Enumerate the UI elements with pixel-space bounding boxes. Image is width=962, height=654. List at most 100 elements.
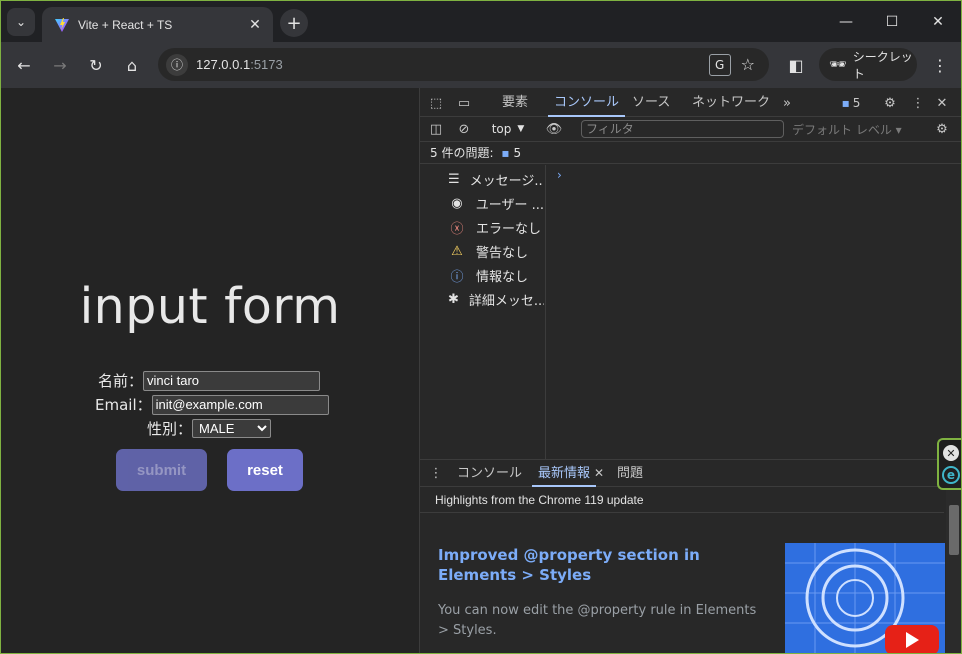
extension-widget: ✕ e — [937, 438, 961, 490]
reload-icon[interactable]: ↻ — [83, 52, 109, 78]
drawer-tab-console[interactable]: コンソール — [457, 460, 522, 487]
settings-gear-icon[interactable]: ⚙ — [881, 94, 899, 112]
device-toolbar-icon[interactable]: ▭ — [455, 94, 473, 112]
article-body: You can now edit the @property rule in E… — [438, 603, 757, 638]
back-icon[interactable]: ← — [11, 52, 37, 78]
issues-bar[interactable]: 5 件の問題: ▪ 5 — [420, 142, 961, 164]
submit-button[interactable]: submit — [116, 449, 207, 491]
sidebar-item-label: 警告なし — [476, 245, 529, 261]
drawer-tab-issues[interactable]: 問題 — [617, 460, 643, 487]
minimize-button[interactable]: — — [823, 1, 869, 42]
side-panel-icon[interactable]: ◧ — [783, 52, 809, 78]
more-tabs-icon[interactable]: » — [778, 94, 796, 112]
new-tab-button[interactable]: + — [280, 9, 308, 37]
console-prompt-chevron-icon[interactable]: › — [557, 168, 562, 182]
tab-title: Vite + React + TS — [78, 17, 173, 32]
sidebar-item-errors[interactable]: ⓧ エラーなし — [448, 215, 544, 239]
context-label: top — [491, 122, 512, 136]
tab-network[interactable]: ネットワーク — [692, 88, 770, 117]
live-expression-eye-icon[interactable]: 👁 — [545, 120, 563, 138]
thumbnail-graphic-icon — [785, 543, 945, 653]
sidebar-item-label: ユーザー ... — [475, 197, 544, 213]
sidebar-item-warnings[interactable]: ⚠ 警告なし — [448, 239, 544, 263]
list-icon: ☰ — [448, 171, 460, 187]
address-bar[interactable]: ⓘ 127.0.0.1:5173 G ☆ — [158, 48, 769, 81]
translate-icon[interactable]: G — [708, 53, 731, 76]
dropdown-arrow-icon: ▼ — [517, 124, 525, 134]
message-icon: ▪ — [841, 96, 850, 110]
menu-icon[interactable]: ⋮ — [927, 52, 953, 78]
incognito-icon: 🕶 — [829, 56, 847, 72]
log-levels-dropdown[interactable]: デフォルト レベル ▾ — [792, 121, 902, 138]
sidebar-item-label: メッセージ... — [469, 173, 544, 189]
sidebar-item-label: エラーなし — [476, 221, 542, 237]
name-row: 名前： — [98, 370, 321, 391]
context-selector[interactable]: top ▼ — [488, 120, 528, 138]
vite-logo-icon — [55, 17, 69, 32]
browser-tab[interactable]: Vite + React + TS ✕ — [42, 7, 273, 42]
browser-window: ⌄ Vite + React + TS ✕ + — ☐ ✕ ← → ↻ ⌂ ⓘ … — [0, 0, 962, 654]
warning-icon: ⚠ — [451, 243, 463, 259]
name-input[interactable] — [143, 370, 321, 391]
home-icon[interactable]: ⌂ — [119, 52, 145, 78]
inspect-element-icon[interactable]: ⬚ — [427, 94, 445, 112]
browser-toolbar: ← → ↻ ⌂ ⓘ 127.0.0.1:5173 G ☆ ◧ 🕶 シークレット … — [1, 42, 961, 88]
sidebar-item-info[interactable]: ⓘ 情報なし — [448, 263, 544, 287]
email-row: Email： — [95, 394, 329, 415]
tab-search-button[interactable]: ⌄ — [7, 8, 35, 36]
drawer-tab-close-icon[interactable]: ✕ — [594, 466, 604, 480]
incognito-label: シークレット — [852, 49, 913, 81]
gender-select[interactable]: MALE — [192, 419, 272, 438]
sidebar-item-user[interactable]: ◉ ユーザー ... — [448, 191, 544, 215]
sidebar-item-messages[interactable]: ☰ メッセージ... — [448, 167, 544, 191]
error-icon: ⓧ — [450, 221, 464, 237]
video-thumbnail[interactable] — [785, 543, 945, 653]
tab-console[interactable]: コンソール — [547, 88, 626, 117]
console-settings-gear-icon[interactable]: ⚙ — [933, 120, 951, 138]
drawer-tabbar: ⋮ コンソール 最新情報 ✕ 問題 — [420, 459, 961, 487]
drawer-scrollbar[interactable] — [946, 487, 961, 653]
close-devtools-icon[interactable]: ✕ — [933, 94, 951, 112]
sidebar-item-verbose[interactable]: ✱ 詳細メッセ... — [448, 287, 544, 311]
email-input[interactable] — [151, 394, 329, 415]
tab-strip: ⌄ Vite + React + TS ✕ + — ☐ ✕ — [1, 1, 961, 42]
filter-input[interactable]: フィルタ — [581, 120, 784, 138]
sidebar-item-label: 詳細メッセ... — [468, 293, 544, 309]
drawer-tab-whats-new[interactable]: 最新情報 — [531, 460, 597, 487]
devtools-menu-icon[interactable]: ⋮ — [909, 94, 927, 112]
site-info-icon[interactable]: ⓘ — [166, 53, 188, 76]
reset-button[interactable]: reset — [227, 449, 303, 491]
gender-row: 性別： MALE — [147, 418, 272, 439]
whats-new-panel: Highlights from the Chrome 119 update Im… — [420, 487, 961, 653]
clear-console-icon[interactable]: ⊘ — [455, 120, 473, 138]
name-label: 名前： — [98, 372, 144, 390]
issues-text: 5 件の問題: — [430, 146, 494, 160]
gender-label: 性別： — [147, 420, 193, 438]
url-text: 127.0.0.1:5173 — [196, 57, 709, 72]
close-window-button[interactable]: ✕ — [915, 1, 961, 42]
info-icon: ⓘ — [450, 269, 464, 285]
user-icon: ◉ — [451, 195, 463, 211]
article-title[interactable]: Improved @property section in Elements >… — [438, 545, 738, 585]
web-page: input form 名前： Email： 性別： MALE submit re… — [1, 88, 419, 653]
bug-icon: ✱ — [448, 291, 459, 307]
tab-elements[interactable]: 要素 — [502, 88, 528, 117]
page-title: input form — [79, 278, 341, 335]
sidebar-toggle-icon[interactable]: ◫ — [427, 120, 445, 138]
tab-sources[interactable]: ソース — [632, 88, 670, 117]
incognito-indicator[interactable]: 🕶 シークレット — [819, 48, 917, 81]
issues-badge-count: 5 — [852, 96, 861, 110]
issues-count: 5 — [513, 146, 522, 160]
issues-badge[interactable]: ▪ 5 — [838, 94, 864, 112]
maximize-button[interactable]: ☐ — [869, 1, 915, 42]
forward-icon[interactable]: → — [47, 52, 73, 78]
drawer-menu-icon[interactable]: ⋮ — [427, 464, 445, 482]
extension-close-icon[interactable]: ✕ — [943, 445, 959, 461]
bookmark-star-icon[interactable]: ☆ — [741, 55, 755, 74]
console-sidebar: ☰ メッセージ... ◉ ユーザー ... ⓧ エラーなし ⚠ 警告なし ⓘ 情報なし ✱… — [420, 165, 546, 459]
whats-new-header: Highlights from the Chrome 119 update — [420, 487, 944, 513]
tab-close-icon[interactable]: ✕ — [247, 17, 263, 33]
extension-e-icon[interactable]: e — [942, 466, 960, 484]
scrollbar-thumb[interactable] — [949, 505, 959, 555]
email-label: Email： — [95, 396, 152, 414]
